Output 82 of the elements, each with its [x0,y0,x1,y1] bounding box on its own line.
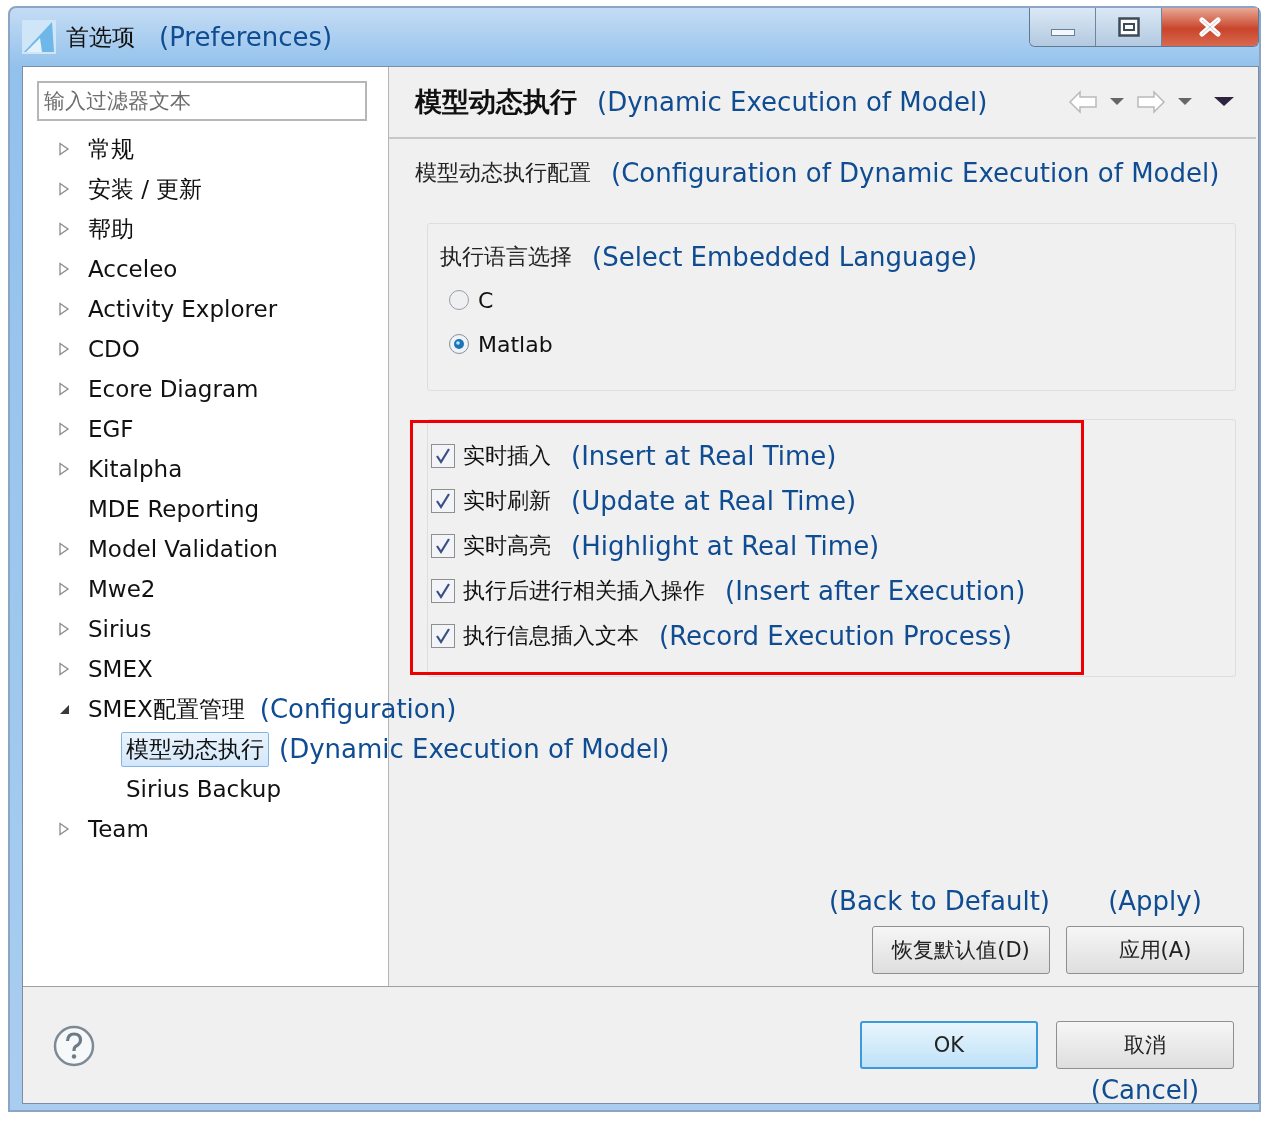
annotation-text: (Record Execution Process) [659,620,1012,651]
tree-item[interactable]: 模型动态执行 [121,731,269,767]
window-title: 首选项 [66,22,135,52]
checkbox-label: 实时高亮 [463,531,551,560]
annotation-text: (Update at Real Time) [571,485,857,516]
expand-icon[interactable] [57,542,71,556]
expand-icon[interactable] [57,182,71,196]
radio-button[interactable] [448,289,470,311]
forward-arrow-icon[interactable] [1136,90,1166,114]
section-title: 模型动态执行配置 [415,159,591,187]
expand-icon[interactable] [57,622,71,636]
back-arrow-icon[interactable] [1068,90,1098,114]
expand-icon[interactable] [57,662,71,676]
expand-icon[interactable] [57,302,71,316]
expand-icon[interactable] [57,582,71,596]
close-button[interactable] [1162,8,1258,46]
expand-icon[interactable] [57,822,71,836]
checkbox-label: 实时刷新 [463,486,551,515]
checkbox[interactable] [431,623,455,648]
tree-item[interactable]: Team [83,814,154,844]
annotation-text: (Cancel) [1090,1075,1200,1105]
annotation-text: (Apply) [1108,886,1202,916]
close-icon [1199,17,1221,37]
expand-icon[interactable] [57,222,71,236]
annotation-text: (Preferences) [159,22,333,52]
tree-item[interactable]: Kitalpha [83,454,188,484]
minimize-button[interactable] [1030,8,1096,46]
app-icon [22,20,56,54]
menu-caret-icon[interactable] [1214,97,1234,107]
expand-icon[interactable] [57,342,71,356]
expand-icon[interactable] [57,422,71,436]
tree-item[interactable]: Sirius [83,614,157,644]
tree-item[interactable]: Ecore Diagram [83,374,264,404]
expand-icon[interactable] [57,382,71,396]
ok-button[interactable]: OK [860,1021,1038,1069]
maximize-button[interactable] [1096,8,1162,46]
tree-item[interactable]: 帮助 [83,211,139,247]
checkbox-label: 执行信息插入文本 [463,621,639,650]
annotation-text: (Dynamic Execution of Model) [597,87,988,117]
expand-icon[interactable] [57,142,71,156]
radio-label: C [478,287,494,313]
tree-item[interactable]: 安装 / 更新 [83,171,208,207]
tree-item[interactable]: CDO [83,334,145,364]
checkbox[interactable] [431,443,455,468]
annotation-text: (Insert at Real Time) [571,440,837,471]
tree-item[interactable]: Mwe2 [83,574,161,604]
tree-item[interactable]: 常规 [83,131,139,167]
annotation-text: (Back to Default) [828,886,1050,916]
dropdown-caret-icon[interactable] [1178,98,1192,106]
tree-item[interactable]: Sirius Backup [121,774,286,804]
checkbox[interactable] [431,578,455,603]
expand-icon[interactable] [57,462,71,476]
checkbox-label: 实时插入 [463,441,551,470]
help-icon[interactable] [53,1025,95,1067]
filter-field[interactable]: 输入过滤器文本 [37,81,367,121]
minimize-icon [1050,28,1075,36]
annotation-text: (Highlight at Real Time) [571,530,880,561]
tree-item[interactable]: Model Validation [83,534,283,564]
maximize-icon [1117,17,1140,37]
dropdown-caret-icon[interactable] [1110,98,1124,106]
annotation-text: (Insert after Execution) [725,575,1026,606]
cancel-button[interactable]: 取消 [1056,1021,1234,1069]
expand-icon[interactable] [57,262,71,276]
apply-button[interactable]: 应用(A) [1066,926,1244,974]
annotation-text: (Configuration of Dynamic Execution of Model) [611,158,1220,188]
annotation-text: (Select Embedded Language) [592,242,978,272]
group-label: 执行语言选择 [440,243,572,271]
checkbox[interactable] [431,488,455,513]
radio-label: Matlab [478,331,553,357]
tree-item[interactable]: MDE Reporting [83,494,265,524]
annotation-text: (Dynamic Execution of Model) [279,734,670,764]
checkbox-label: 执行后进行相关插入操作 [463,576,705,605]
annotation-text: (Configuration) [259,694,457,724]
page-title: 模型动态执行 [415,85,577,119]
tree-item[interactable]: SMEX配置管理 [83,691,250,727]
tree-item[interactable]: Acceleo [83,254,183,284]
checkbox[interactable] [431,533,455,558]
tree-item[interactable]: EGF [83,414,139,444]
radio-button[interactable] [448,333,470,355]
restore-defaults-button[interactable]: 恢复默认值(D) [872,926,1050,974]
tree-item[interactable]: Activity Explorer [83,294,283,324]
tree-item[interactable]: SMEX [83,654,158,684]
